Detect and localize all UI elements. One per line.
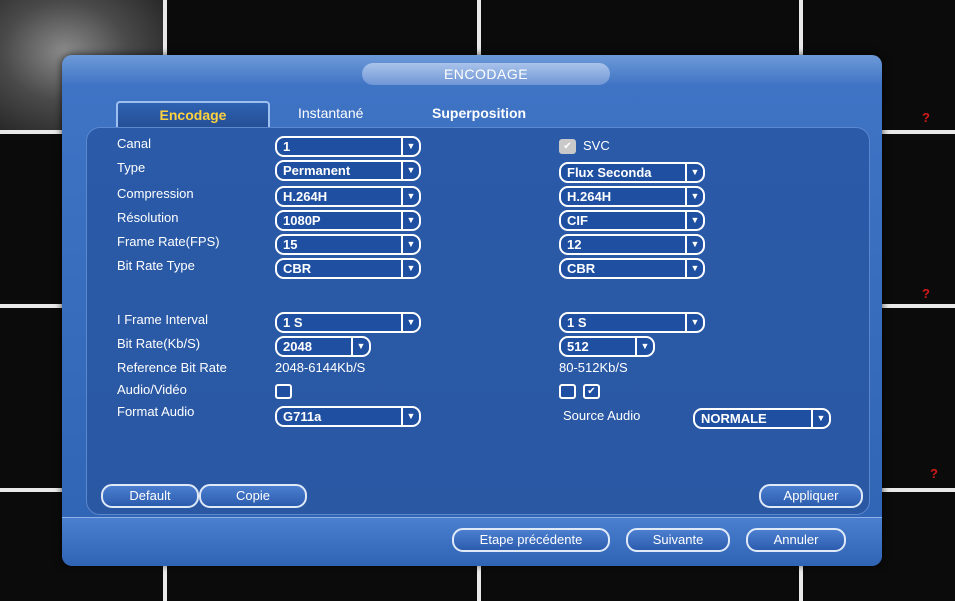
- chevron-down-icon: ▼: [401, 188, 419, 205]
- check-icon: ✔: [587, 386, 596, 397]
- label-bit-rate: Bit Rate(Kb/S): [117, 336, 201, 351]
- default-button[interactable]: Default: [101, 484, 199, 508]
- main-format-audio-value: G711a: [283, 409, 322, 424]
- label-reference-bit-rate: Reference Bit Rate: [117, 360, 227, 375]
- main-type-select[interactable]: Permanent ▼: [275, 160, 421, 181]
- main-compression-value: H.264H: [283, 189, 328, 204]
- sub-audio-checkbox[interactable]: [559, 384, 576, 399]
- chevron-down-icon: ▼: [685, 164, 703, 181]
- check-icon: ✔: [563, 141, 572, 152]
- chevron-down-icon: ▼: [401, 162, 419, 179]
- source-audio-select[interactable]: NORMALE ▼: [693, 408, 831, 429]
- sub-compression-value: H.264H: [567, 189, 612, 204]
- appliquer-button[interactable]: Appliquer: [759, 484, 863, 508]
- label-canal: Canal: [117, 136, 151, 151]
- label-svc: SVC: [583, 138, 610, 153]
- chevron-down-icon: ▼: [635, 338, 653, 355]
- sub-reference-bit-rate: 80-512Kb/S: [559, 360, 628, 375]
- sub-bit-rate-type-select[interactable]: CBR ▼: [559, 258, 705, 279]
- label-resolution: Résolution: [117, 210, 179, 225]
- label-bit-rate-type: Bit Rate Type: [117, 258, 195, 273]
- label-format-audio: Format Audio: [117, 404, 195, 419]
- sub-frame-rate-value: 12: [567, 237, 582, 252]
- chevron-down-icon: ▼: [685, 236, 703, 253]
- encoding-dialog: ENCODAGE Encodage Instantané Superpositi…: [62, 55, 882, 566]
- question-mark-icon: ?: [922, 286, 930, 301]
- sub-type-select[interactable]: Flux Seconda ▼: [559, 162, 705, 183]
- chevron-down-icon: ▼: [401, 138, 419, 155]
- chevron-down-icon: ▼: [685, 314, 703, 331]
- main-resolution-value: 1080P: [283, 213, 321, 228]
- main-bit-rate-type-select[interactable]: CBR ▼: [275, 258, 421, 279]
- label-type: Type: [117, 160, 146, 175]
- chevron-down-icon: ▼: [401, 408, 419, 425]
- main-type-value: Permanent: [283, 163, 351, 178]
- main-bit-rate-type-value: CBR: [283, 261, 312, 276]
- chevron-down-icon: ▼: [401, 236, 419, 253]
- main-i-frame-interval-select[interactable]: 1 S ▼: [275, 312, 421, 333]
- question-mark-icon: ?: [930, 466, 938, 481]
- main-bit-rate-value: 2048: [283, 339, 312, 354]
- chevron-down-icon: ▼: [685, 260, 703, 277]
- sub-i-frame-interval-value: 1 S: [567, 315, 587, 330]
- chevron-down-icon: ▼: [685, 188, 703, 205]
- main-compression-select[interactable]: H.264H ▼: [275, 186, 421, 207]
- main-frame-rate-value: 15: [283, 237, 298, 252]
- sub-resolution-value: CIF: [567, 213, 588, 228]
- tab-instantane[interactable]: Instantané: [298, 101, 363, 125]
- main-bit-rate-select[interactable]: 2048 ▼: [275, 336, 371, 357]
- svc-checkbox[interactable]: ✔: [559, 139, 576, 154]
- suivante-button[interactable]: Suivante: [626, 528, 730, 552]
- dialog-title: ENCODAGE: [362, 63, 610, 85]
- sub-i-frame-interval-select[interactable]: 1 S ▼: [559, 312, 705, 333]
- question-mark-icon: ?: [922, 110, 930, 125]
- chevron-down-icon: ▼: [401, 212, 419, 229]
- main-reference-bit-rate: 2048-6144Kb/S: [275, 360, 366, 375]
- sub-video-checkbox[interactable]: ✔: [583, 384, 600, 399]
- main-i-frame-interval-value: 1 S: [283, 315, 303, 330]
- dialog-footer: Etape précédente Suivante Annuler: [62, 517, 882, 566]
- encoding-settings-panel: Canal Type Compression Résolution Frame …: [86, 127, 870, 515]
- label-audio-video: Audio/Vidéo: [117, 382, 187, 397]
- chevron-down-icon: ▼: [351, 338, 369, 355]
- main-canal-select[interactable]: 1 ▼: [275, 136, 421, 157]
- source-audio-value: NORMALE: [701, 411, 767, 426]
- main-canal-value: 1: [283, 139, 291, 154]
- label-source-audio: Source Audio: [563, 408, 641, 423]
- main-format-audio-select[interactable]: G711a ▼: [275, 406, 421, 427]
- label-compression: Compression: [117, 186, 194, 201]
- annuler-button[interactable]: Annuler: [746, 528, 846, 552]
- main-audio-video-checkbox[interactable]: [275, 384, 292, 399]
- chevron-down-icon: ▼: [401, 314, 419, 331]
- sub-bit-rate-value: 512: [567, 339, 589, 354]
- tab-encodage[interactable]: Encodage: [116, 101, 270, 127]
- chevron-down-icon: ▼: [401, 260, 419, 277]
- sub-resolution-select[interactable]: CIF ▼: [559, 210, 705, 231]
- sub-compression-select[interactable]: H.264H ▼: [559, 186, 705, 207]
- sub-frame-rate-select[interactable]: 12 ▼: [559, 234, 705, 255]
- chevron-down-icon: ▼: [685, 212, 703, 229]
- sub-bit-rate-type-value: CBR: [567, 261, 596, 276]
- main-resolution-select[interactable]: 1080P ▼: [275, 210, 421, 231]
- sub-type-value: Flux Seconda: [567, 165, 652, 180]
- sub-bit-rate-select[interactable]: 512 ▼: [559, 336, 655, 357]
- main-frame-rate-select[interactable]: 15 ▼: [275, 234, 421, 255]
- chevron-down-icon: ▼: [811, 410, 829, 427]
- copie-button[interactable]: Copie: [199, 484, 307, 508]
- label-i-frame-interval: I Frame Interval: [117, 312, 209, 327]
- etape-precedente-button[interactable]: Etape précédente: [452, 528, 610, 552]
- label-frame-rate: Frame Rate(FPS): [117, 234, 220, 249]
- tab-superposition[interactable]: Superposition: [432, 101, 526, 125]
